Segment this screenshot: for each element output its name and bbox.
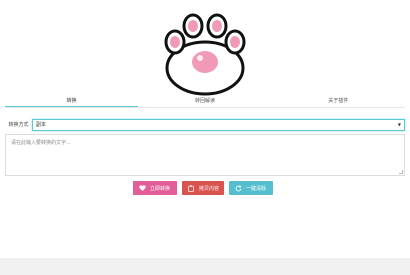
mode-row: 转换方式 副本 ▼ [5,118,405,131]
input-textarea[interactable]: 请在此输入要转换的文字... [5,134,405,176]
textarea-placeholder: 请在此输入要转换的文字... [11,140,71,146]
refresh-icon [233,184,243,192]
clear-button[interactable]: 一键清除 [229,181,273,195]
tab-bar: 转换 转回解读 关于插件 [5,95,405,108]
mode-select-value: 副本 [36,122,47,128]
tab-about[interactable]: 关于插件 [272,95,405,107]
mode-select[interactable]: 副本 ▼ [32,118,405,131]
convert-button[interactable]: 立即转换 [133,181,177,195]
heart-icon [137,185,147,191]
copy-button[interactable]: 拷贝内容 [182,181,224,195]
tab-convert[interactable]: 转换 [5,95,139,107]
app-page: 转换 转回解读 关于插件 转换方式 副本 ▼ 请在此输入要转换的文字... 立即… [0,0,410,258]
action-buttons: 立即转换 拷贝内容 一键清除 [133,181,273,195]
tab-decode[interactable]: 转回解读 [138,95,271,107]
chevron-down-icon: ▼ [397,122,401,127]
convert-button-label: 立即转换 [150,185,171,192]
copy-button-label: 拷贝内容 [199,185,220,192]
clear-button-label: 一键清除 [246,185,267,192]
paw-logo-icon [164,13,246,96]
clipboard-icon [186,184,196,192]
mode-label: 转换方式 [8,122,29,128]
resize-grip-icon[interactable] [399,170,403,174]
